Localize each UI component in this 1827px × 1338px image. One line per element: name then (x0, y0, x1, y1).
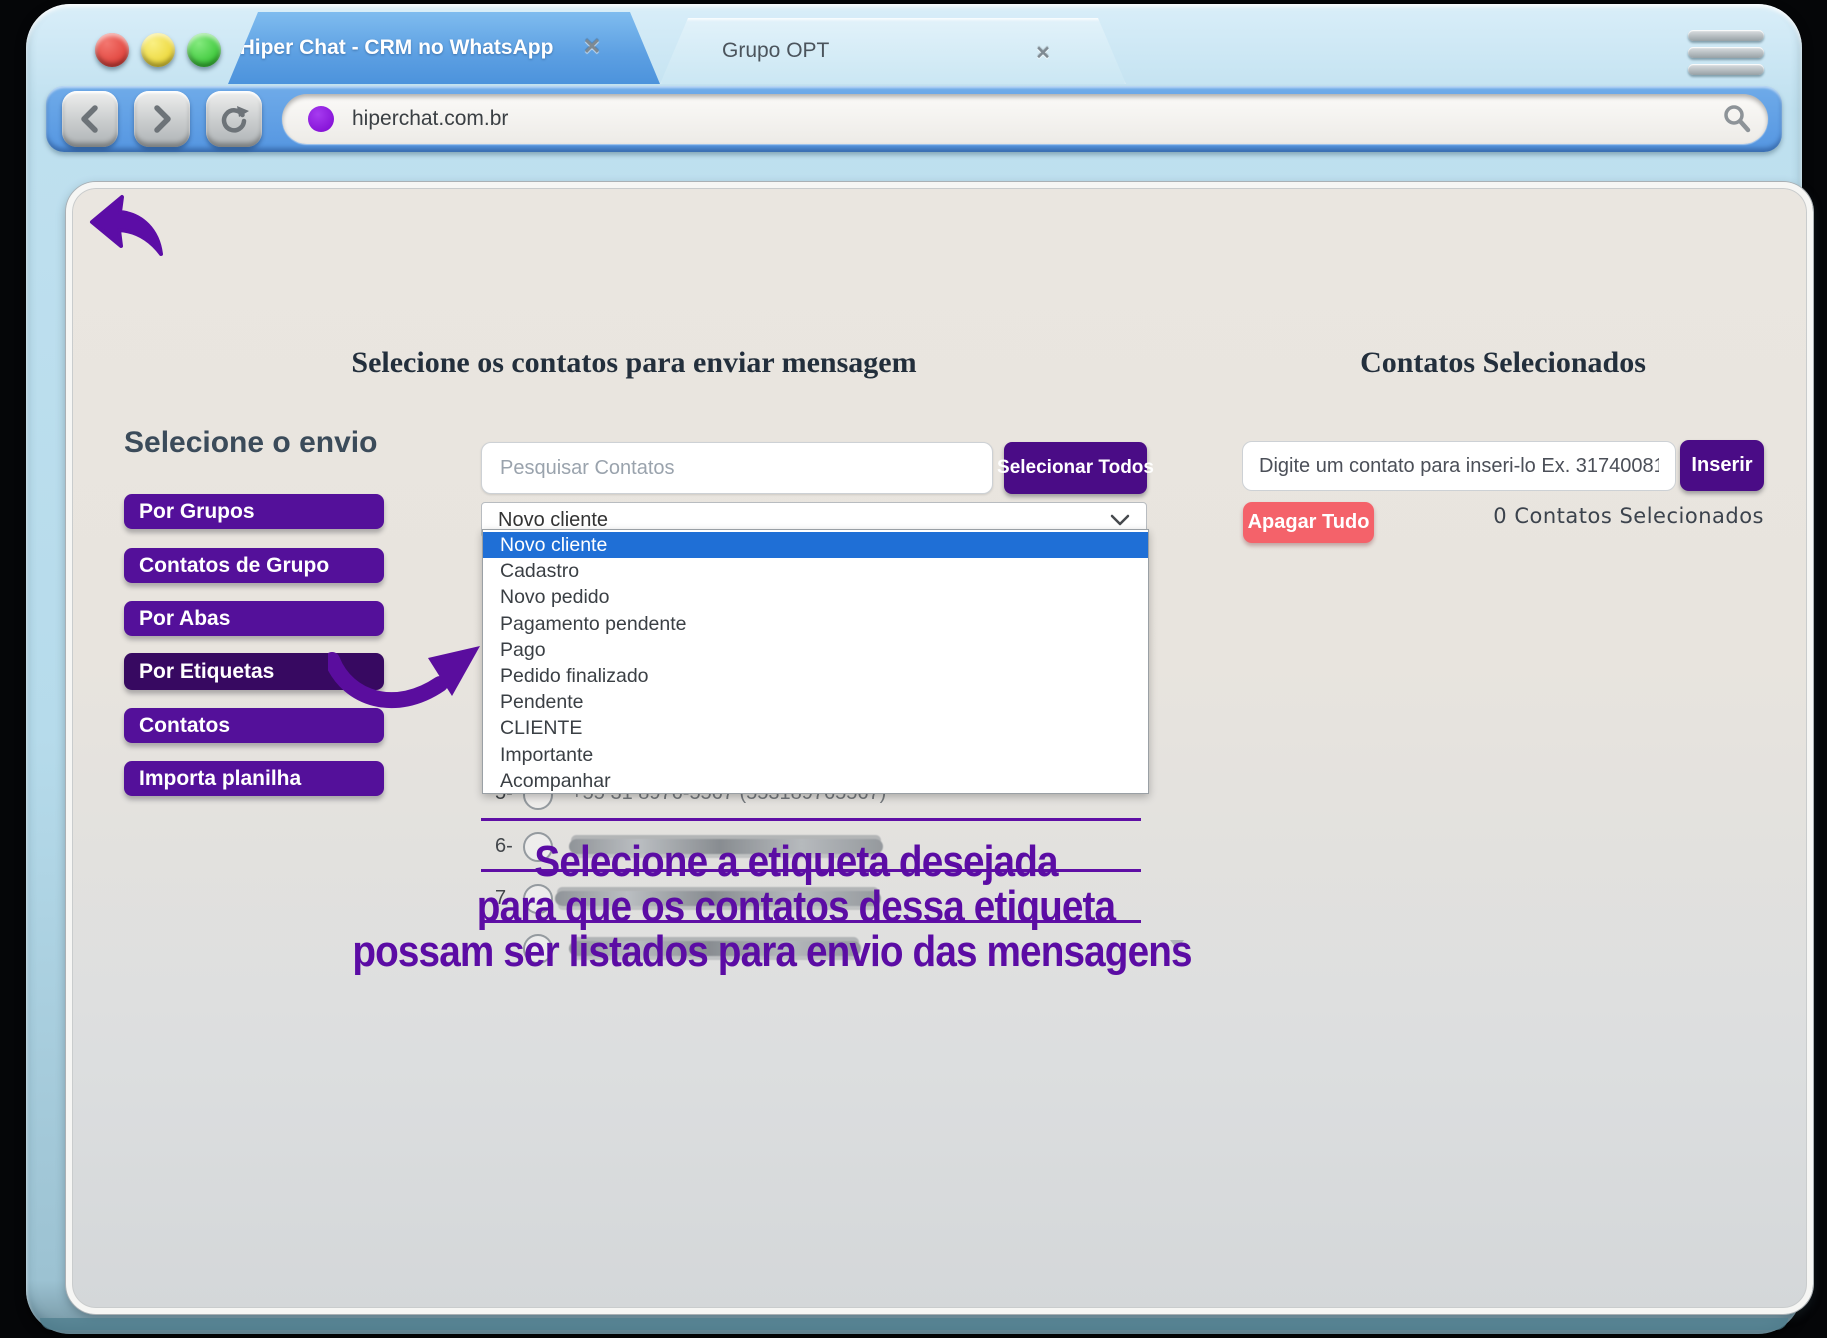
dropdown-option[interactable]: Novo pedido (483, 584, 1148, 610)
dropdown-option[interactable]: Pendente (483, 689, 1148, 715)
dropdown-option[interactable]: Pago (483, 637, 1148, 663)
close-window-button[interactable] (95, 33, 129, 67)
forward-button[interactable] (134, 91, 190, 147)
dropdown-option[interactable]: CLIENTE (483, 715, 1148, 741)
browser-toolbar: hiperchat.com.br (46, 86, 1782, 152)
sidebar-title: Selecione o envio (124, 426, 377, 460)
dropdown-option[interactable]: Cadastro (483, 558, 1148, 584)
reload-button[interactable] (206, 91, 262, 147)
tag-dropdown-list: Novo cliente Cadastro Novo pedido Pagame… (482, 529, 1149, 794)
tab-grupo-opt[interactable]: Grupo OPT ✕ (660, 18, 1126, 84)
select-all-button[interactable]: Selecionar Todos (1004, 442, 1147, 494)
list-divider (481, 818, 1141, 821)
annotation-line: Selecione a etiqueta desejada (534, 839, 1057, 885)
site-icon (308, 106, 334, 132)
sidebar-item-importa-planilha[interactable]: Importa planilha (124, 761, 384, 796)
close-tab-icon[interactable]: ✕ (1030, 40, 1056, 66)
clear-all-button[interactable]: Apagar Tudo (1243, 502, 1374, 543)
page-content: Selecione os contatos para enviar mensag… (66, 182, 1813, 1314)
annotation-line: possam ser listados para envio das mensa… (352, 929, 1191, 975)
selected-count: 0 Contatos Selecionados (1472, 504, 1764, 528)
page-back-arrow-icon[interactable] (84, 194, 168, 264)
contact-row-number: 6- (495, 835, 513, 858)
zoom-window-button[interactable] (187, 33, 221, 67)
url-field[interactable]: hiperchat.com.br (282, 94, 1768, 144)
dropdown-option[interactable]: Importante (483, 742, 1148, 768)
search-contacts-input[interactable] (481, 442, 993, 494)
dropdown-option[interactable]: Pedido finalizado (483, 663, 1148, 689)
sidebar-item-contatos-de-grupo[interactable]: Contatos de Grupo (124, 548, 384, 583)
chevron-right-icon (150, 104, 174, 134)
browser-window-frame: Hiper Chat - CRM no WhatsApp ✕ Grupo OPT… (26, 4, 1802, 1334)
search-icon[interactable] (1722, 104, 1752, 134)
annotation-line: para que os contatos dessa etiqueta (477, 884, 1115, 930)
dropdown-option[interactable]: Acompanhar (483, 768, 1148, 794)
back-button[interactable] (62, 91, 118, 147)
menu-icon[interactable] (1688, 30, 1764, 78)
chevron-down-icon (1110, 513, 1130, 527)
heading-select-contacts: Selecione os contatos para enviar mensag… (284, 346, 984, 380)
sidebar-item-por-abas[interactable]: Por Abas (124, 601, 384, 636)
minimize-window-button[interactable] (141, 33, 175, 67)
tab-title: Hiper Chat - CRM no WhatsApp (228, 12, 565, 84)
insert-contact-input[interactable] (1242, 441, 1676, 491)
dropdown-option[interactable]: Novo cliente (483, 532, 1148, 558)
tab-hiper-chat[interactable]: Hiper Chat - CRM no WhatsApp ✕ (228, 12, 660, 84)
url-text: hiperchat.com.br (352, 107, 508, 131)
reload-icon (219, 104, 249, 134)
tab-title: Grupo OPT (722, 18, 829, 84)
insert-button[interactable]: Inserir (1680, 440, 1764, 491)
guide-arrow-icon (328, 634, 493, 724)
heading-selected-contacts: Contatos Selecionados (1272, 346, 1734, 380)
dropdown-option[interactable]: Pagamento pendente (483, 611, 1148, 637)
chevron-left-icon (78, 104, 102, 134)
sidebar-item-por-grupos[interactable]: Por Grupos (124, 494, 384, 529)
close-tab-icon[interactable]: ✕ (579, 34, 605, 60)
